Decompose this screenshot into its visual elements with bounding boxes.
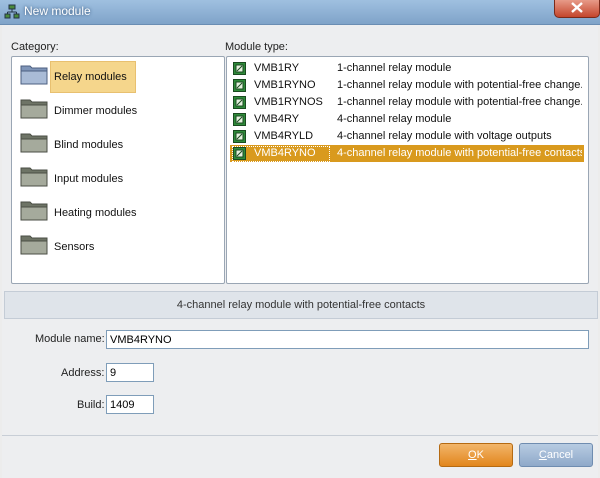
ok-button[interactable]: OK [439,443,513,467]
address-input[interactable] [106,363,154,382]
folder-icon [20,235,48,255]
module-description-bar: 4-channel relay module with potential-fr… [4,291,598,319]
folder-icon [20,99,48,119]
cancel-label-rest: ancel [546,449,574,461]
module-name-label: Module name: [35,333,105,345]
module-type-row-vmb4ryno[interactable]: VMB4RYNO 4-channel relay module with pot… [230,145,584,162]
module-code: VMB1RYNOS [254,96,323,108]
category-item-label: Blind modules [54,139,124,151]
network-icon [4,4,20,20]
build-label: Build: [77,399,105,411]
folder-icon [20,167,48,187]
relay-module-icon [233,147,246,160]
relay-module-icon [233,113,246,126]
category-item-label: Relay modules [54,71,127,83]
ok-mnemonic: O [468,449,477,461]
build-input[interactable] [106,395,154,414]
module-type-row-vmb1rynos[interactable]: VMB1RYNOS 1-channel relay module with po… [230,94,584,111]
new-module-dialog: New module Category: Module type: Relay … [0,0,600,478]
category-item-input-modules[interactable]: Input modules [20,163,190,195]
close-button[interactable] [554,0,600,18]
selected-module-description: 4-channel relay module with potential-fr… [176,299,426,311]
cancel-mnemonic: C [538,449,547,461]
folder-icon [20,65,48,85]
relay-module-icon [233,130,246,143]
relay-module-icon [233,79,246,92]
dialog-body: Category: Module type: Relay modules Dim… [2,25,598,478]
category-item-label: Heating modules [54,207,137,219]
module-name-input[interactable] [106,330,589,349]
module-description: 4-channel relay module [337,113,452,125]
module-code: VMB1RYNO [254,79,316,91]
category-item-label: Input modules [54,173,124,185]
module-description: 4-channel relay module with voltage outp… [337,130,552,142]
relay-module-icon [233,62,246,75]
module-code: VMB4RY [254,113,300,125]
title-bar[interactable]: New module [0,0,600,25]
module-code: VMB4RYNO [254,147,316,159]
category-list[interactable]: Relay modules Dimmer modules Blind modul… [11,56,225,284]
close-icon [571,2,583,13]
module-description: 4-channel relay module with potential-fr… [337,147,582,159]
category-item-label: Sensors [54,241,95,253]
folder-icon [20,133,48,153]
module-description: 1-channel relay module [337,62,452,74]
module-type-row-vmb4ryld[interactable]: VMB4RYLD 4-channel relay module with vol… [230,128,584,145]
module-description: 1-channel relay module with potential-fr… [337,79,582,91]
module-description: 1-channel relay module with potential-fr… [337,96,582,108]
module-type-row-vmb4ry[interactable]: VMB4RY 4-channel relay module [230,111,584,128]
category-item-sensors[interactable]: Sensors [20,231,190,263]
module-type-list[interactable]: VMB1RY 1-channel relay module VMB1RYNO 1… [226,56,589,284]
category-label: Category: [11,41,59,53]
category-item-blind-modules[interactable]: Blind modules [20,129,190,161]
module-type-label: Module type: [225,41,288,53]
category-item-dimmer-modules[interactable]: Dimmer modules [20,95,190,127]
category-item-heating-modules[interactable]: Heating modules [20,197,190,229]
category-item-label: Dimmer modules [54,105,138,117]
category-item-relay-modules[interactable]: Relay modules [20,61,190,93]
cancel-button[interactable]: Cancel [519,443,593,467]
module-code: VMB4RYLD [254,130,314,142]
footer-divider [2,435,598,436]
folder-icon [20,201,48,221]
address-label: Address: [61,367,105,379]
relay-module-icon [233,96,246,109]
ok-label-rest: K [476,449,484,461]
module-code: VMB1RY [254,62,300,74]
window-title: New module [24,4,91,18]
module-type-row-vmb1ry[interactable]: VMB1RY 1-channel relay module [230,60,584,77]
module-type-row-vmb1ryno[interactable]: VMB1RYNO 1-channel relay module with pot… [230,77,584,94]
